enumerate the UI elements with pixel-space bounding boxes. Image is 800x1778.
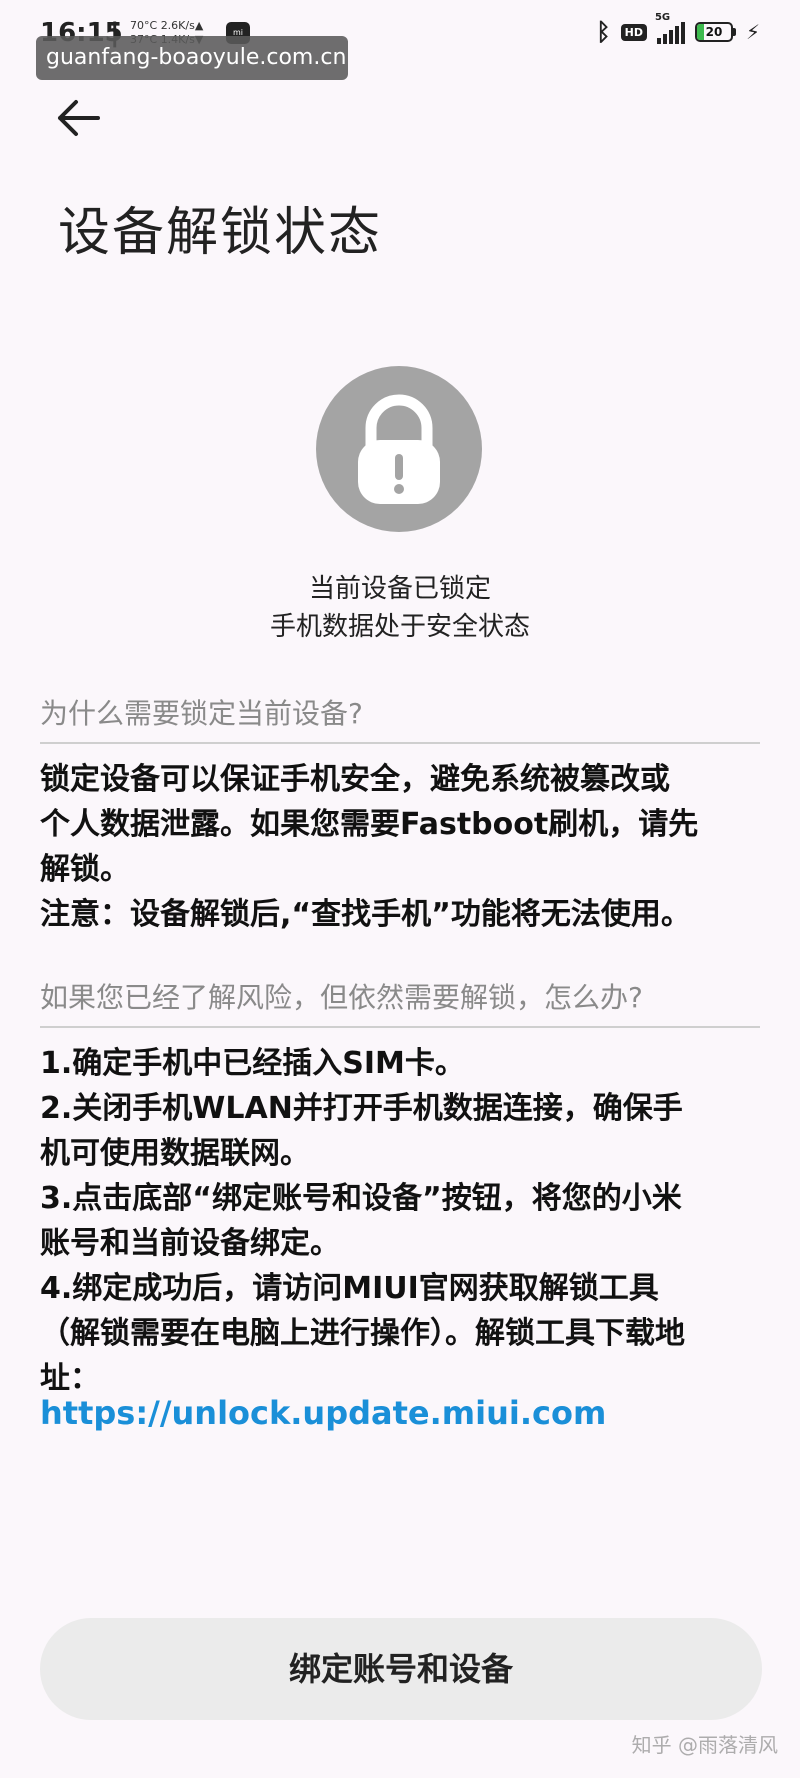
- why-line: 注意：设备解锁后,“查找手机”功能将无法使用。: [40, 897, 691, 932]
- status-right-group: ᛒ HD 5G 20 ⚡: [596, 12, 760, 46]
- battery-text: 20: [705, 25, 723, 39]
- credit-watermark: 知乎 @雨落清风: [631, 1733, 778, 1757]
- how-line: 3.点击底部“绑定账号和设备”按钮，将您的小米: [40, 1181, 682, 1216]
- section-heading-why: 为什么需要锁定当前设备?: [40, 692, 760, 744]
- bluetooth-icon: ᛒ: [596, 18, 611, 46]
- lock-status-circle: [316, 366, 482, 532]
- how-line: （解锁需要在电脑上进行操作）。解锁工具下载地: [40, 1316, 685, 1351]
- arrow-left-icon: [58, 100, 100, 136]
- lock-status-line-1: 当前设备已锁定: [308, 574, 491, 604]
- how-line: 1.确定手机中已经插入SIM卡。: [40, 1046, 465, 1081]
- padlock-warning-icon: [358, 394, 440, 504]
- how-line: 4.绑定成功后，请访问MIUI官网获取解锁工具: [40, 1271, 659, 1306]
- how-line: 机可使用数据联网。: [40, 1136, 310, 1171]
- temp-top: 70°C: [130, 19, 158, 32]
- battery-icon: 20: [694, 22, 736, 42]
- how-line: 2.关闭手机WLAN并打开手机数据连接，确保手: [40, 1091, 683, 1126]
- how-line: 址：: [40, 1361, 100, 1396]
- why-line: 解锁。: [40, 852, 130, 887]
- bind-account-device-button[interactable]: 绑定账号和设备: [40, 1618, 762, 1720]
- back-button[interactable]: [52, 94, 106, 142]
- why-line: 锁定设备可以保证手机安全，避免系统被篡改或: [40, 762, 670, 797]
- watermark-url: guanfang-boaoyule.com.cn: [36, 36, 348, 80]
- signal-icon: 5G: [655, 12, 685, 44]
- why-line: 个人数据泄露。如果您需要Fastboot刷机，请先: [40, 807, 699, 842]
- network-type: 5G: [654, 12, 671, 23]
- how-line: 账号和当前设备绑定。: [40, 1226, 340, 1261]
- speed-top: 2.6K/s▲: [160, 19, 204, 32]
- hd-badge: HD: [620, 23, 647, 41]
- unlock-tool-link[interactable]: https://unlock.update.miui.com: [40, 1394, 606, 1432]
- charging-icon: ⚡: [745, 20, 760, 44]
- page-title: 设备解锁状态: [58, 203, 383, 263]
- lock-status-line-2: 手机数据处于安全状态: [269, 612, 530, 642]
- section-heading-how: 如果您已经了解风险，但依然需要解锁，怎么办?: [40, 976, 760, 1028]
